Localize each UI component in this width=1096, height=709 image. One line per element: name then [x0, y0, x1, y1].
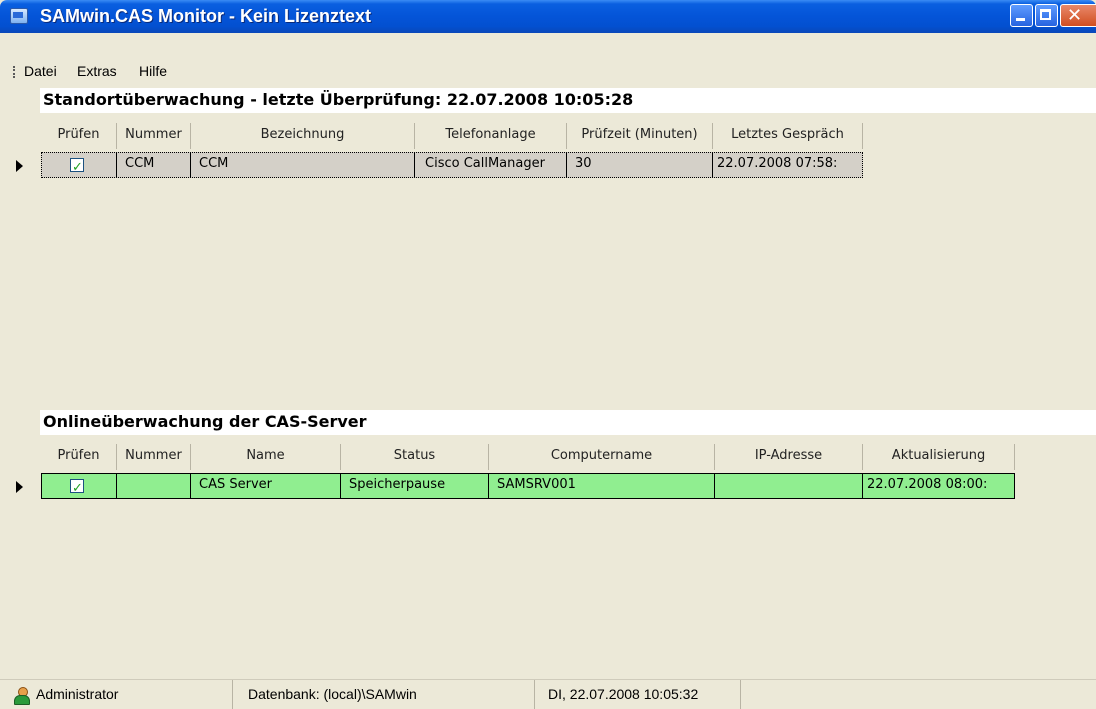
- cell-pruefen[interactable]: ✓: [41, 473, 117, 499]
- status-datetime: DI, 22.07.2008 10:05:32: [548, 686, 699, 702]
- status-datetime-panel: DI, 22.07.2008 10:05:32: [535, 680, 741, 709]
- cell-aktualisierung[interactable]: 22.07.2008 08:00:: [863, 473, 1015, 499]
- status-user-panel: Administrator: [0, 680, 233, 709]
- menubar-grip: [13, 66, 17, 78]
- col-header-nummer[interactable]: Nummer: [117, 123, 191, 149]
- cell-pruefzeit[interactable]: 30: [567, 152, 713, 178]
- table-row[interactable]: ✓ CAS Server Speicherpause SAMSRV001 22.…: [0, 473, 1096, 501]
- minimize-button[interactable]: [1010, 4, 1033, 27]
- cell-nummer[interactable]: [117, 473, 191, 499]
- cell-pruefen[interactable]: ✓: [41, 152, 117, 178]
- menu-datei[interactable]: Datei: [24, 63, 57, 79]
- location-grid[interactable]: Prüfen Nummer Bezeichnung Telefonanlage …: [0, 123, 1096, 404]
- check-checkbox[interactable]: ✓: [70, 158, 84, 175]
- server-section-header: Onlineüberwachung der CAS-Server: [40, 410, 1096, 435]
- checkmark-icon: ✓: [72, 160, 83, 175]
- server-section-title: Onlineüberwachung der CAS-Server: [43, 412, 367, 431]
- status-user: Administrator: [36, 686, 119, 702]
- status-database-panel: Datenbank: (local)\SAMwin: [233, 680, 535, 709]
- location-section-title: Standortüberwachung - letzte Überprüfung…: [43, 90, 634, 109]
- cell-computername[interactable]: SAMSRV001: [489, 473, 715, 499]
- status-bar: Administrator Datenbank: (local)\SAMwin …: [0, 679, 1096, 709]
- close-button[interactable]: ✕: [1060, 4, 1096, 27]
- check-checkbox[interactable]: ✓: [70, 479, 84, 496]
- cell-nummer[interactable]: CCM: [117, 152, 191, 178]
- maximize-icon: [1040, 9, 1051, 20]
- col-header-bezeichnung[interactable]: Bezeichnung: [191, 123, 415, 149]
- cell-ip-adresse[interactable]: [715, 473, 863, 499]
- server-grid[interactable]: Prüfen Nummer Name Status Computername I…: [0, 444, 1096, 678]
- main-window: SAMwin.CAS Monitor - Kein Lizenztext ✕ D…: [0, 0, 1096, 709]
- location-section-header: Standortüberwachung - letzte Überprüfung…: [40, 88, 1096, 113]
- col-header-nummer[interactable]: Nummer: [117, 444, 191, 470]
- col-header-name[interactable]: Name: [191, 444, 341, 470]
- table-row[interactable]: ✓ CCM CCM Cisco CallManager 30 22.07.200…: [0, 152, 1096, 180]
- col-header-telefonanlage[interactable]: Telefonanlage: [415, 123, 567, 149]
- col-header-aktualisierung[interactable]: Aktualisierung: [863, 444, 1015, 470]
- checkmark-icon: ✓: [72, 481, 83, 496]
- col-header-letztes-gespraech[interactable]: Letztes Gespräch: [713, 123, 863, 149]
- status-database: Datenbank: (local)\SAMwin: [248, 686, 417, 702]
- col-header-pruefzeit[interactable]: Prüfzeit (Minuten): [567, 123, 713, 149]
- user-icon: [13, 687, 30, 705]
- cell-bezeichnung[interactable]: CCM: [191, 152, 415, 178]
- cell-name[interactable]: CAS Server: [191, 473, 341, 499]
- cell-telefonanlage[interactable]: Cisco CallManager: [415, 152, 567, 178]
- maximize-button[interactable]: [1035, 4, 1058, 27]
- col-header-computername[interactable]: Computername: [489, 444, 715, 470]
- cell-letztes-gespraech[interactable]: 22.07.2008 07:58:: [713, 152, 863, 178]
- monitor-icon: [10, 8, 28, 24]
- col-header-ip-adresse[interactable]: IP-Adresse: [715, 444, 863, 470]
- cell-status[interactable]: Speicherpause: [341, 473, 489, 499]
- col-header-pruefen[interactable]: Prüfen: [41, 444, 117, 470]
- col-header-status[interactable]: Status: [341, 444, 489, 470]
- row-pointer-icon: [16, 160, 23, 172]
- title-bar[interactable]: SAMwin.CAS Monitor - Kein Lizenztext ✕: [0, 0, 1096, 33]
- window-title: SAMwin.CAS Monitor - Kein Lizenztext: [40, 6, 371, 26]
- minimize-icon: [1016, 18, 1025, 21]
- row-pointer-icon: [16, 481, 23, 493]
- col-header-pruefen[interactable]: Prüfen: [41, 123, 117, 149]
- menu-extras[interactable]: Extras: [77, 63, 117, 79]
- menu-hilfe[interactable]: Hilfe: [139, 63, 167, 79]
- close-icon: ✕: [1067, 5, 1083, 26]
